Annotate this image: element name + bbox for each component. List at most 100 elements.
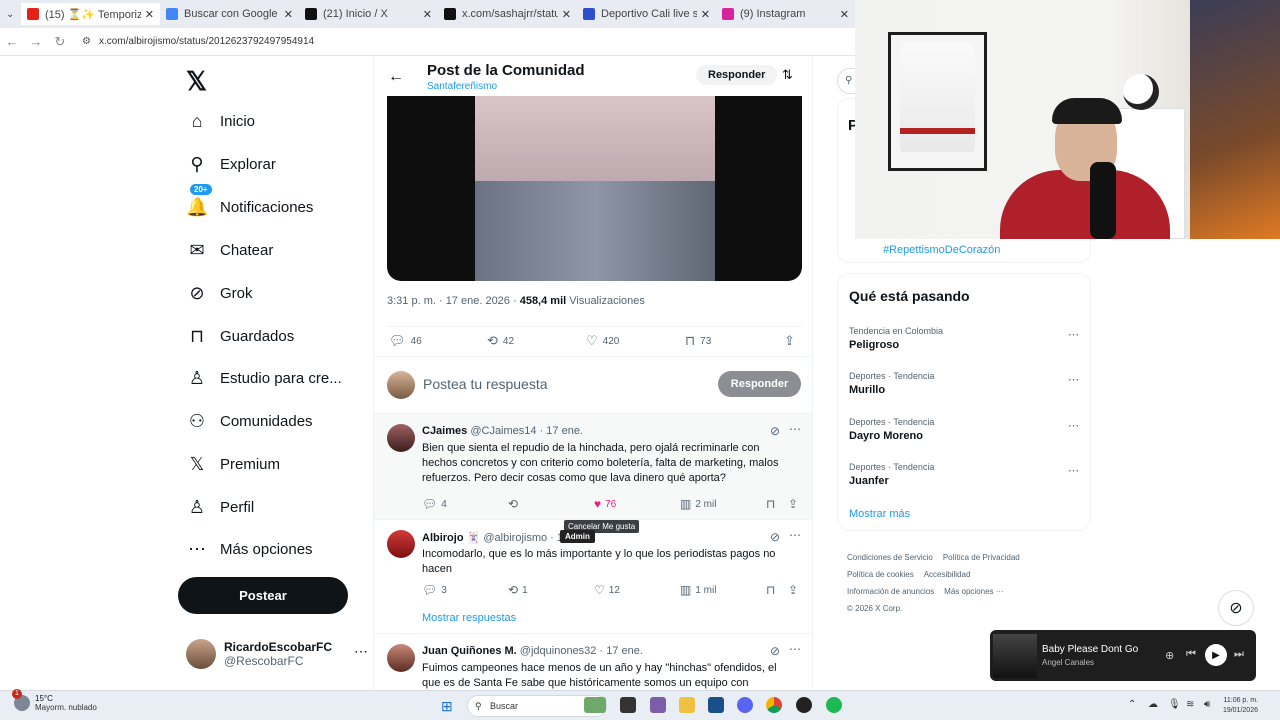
reply-repost-action[interactable]: ⟲ bbox=[508, 497, 522, 511]
more-icon[interactable]: ⋯ bbox=[1068, 328, 1079, 341]
clock[interactable]: 11:06 p. m. 19/01/2026 bbox=[1223, 696, 1258, 716]
reply-item[interactable]: CJaimes @CJaimes14 · 17 ene. ⊘ ⋯ Bien qu… bbox=[374, 414, 812, 520]
browser-tab[interactable]: Buscar con Google ✕ bbox=[160, 3, 299, 25]
weather-widget[interactable]: 1 15°C Mayorm. nublado bbox=[12, 689, 97, 712]
show-replies-link[interactable]: Mostrar respuestas bbox=[422, 612, 516, 624]
nav-item-chatear[interactable]: ✉ Chatear bbox=[186, 235, 273, 265]
site-info-icon[interactable]: ⚙ bbox=[82, 36, 91, 47]
spotify-icon[interactable] bbox=[826, 697, 842, 713]
hashtag-link[interactable]: #RepettismoDeCorazón bbox=[883, 244, 1000, 256]
url-field[interactable]: ⚙ x.com/albirojismo/status/20126237924979… bbox=[82, 36, 314, 47]
ads-info-link[interactable]: Información de anuncios bbox=[847, 587, 934, 596]
trend-item[interactable]: Deportes · Tendencia Juanfer ⋯ bbox=[849, 462, 1079, 487]
network-icon[interactable]: ☁ bbox=[1148, 699, 1158, 710]
more-icon[interactable]: ⋯ bbox=[1068, 464, 1079, 477]
reply-author[interactable]: CJaimes bbox=[422, 425, 467, 437]
privacy-link[interactable]: Política de Privacidad bbox=[943, 553, 1020, 562]
nav-item-más-opciones[interactable]: ⋯ Más opciones bbox=[186, 534, 313, 564]
discord-icon[interactable] bbox=[737, 697, 753, 713]
reply-share-action[interactable]: ⇪ bbox=[788, 497, 802, 511]
reply-bookmark-action[interactable]: ⊓ bbox=[766, 497, 779, 511]
folder-icon[interactable] bbox=[679, 697, 695, 713]
search-icon[interactable]: ⚲ bbox=[837, 68, 857, 94]
grok-floating-icon[interactable]: ⊘ bbox=[1218, 590, 1254, 626]
add-icon[interactable]: ⊕ bbox=[1165, 649, 1174, 662]
close-tab-icon[interactable]: ✕ bbox=[145, 8, 154, 21]
windows-start-icon[interactable]: ⊞ bbox=[441, 698, 453, 715]
reload-icon[interactable]: ↻ bbox=[48, 34, 72, 50]
more-options-link[interactable]: Más opciones ··· bbox=[944, 587, 1004, 596]
mic-icon[interactable]: 🎙︎ bbox=[1168, 699, 1181, 710]
accessibility-link[interactable]: Accesibilidad bbox=[924, 570, 971, 579]
reply-input[interactable]: Postea tu respuesta bbox=[423, 376, 548, 392]
reply-button[interactable]: Responder bbox=[718, 371, 801, 397]
back-arrow-icon[interactable]: ← bbox=[388, 68, 404, 86]
browser-tab[interactable]: (15) ⏳✨ Temporizador ✕ bbox=[21, 3, 160, 25]
grok-icon[interactable]: ⊘ bbox=[770, 644, 780, 658]
close-tab-icon[interactable]: ✕ bbox=[840, 8, 849, 21]
nav-item-guardados[interactable]: ⊓ Guardados bbox=[186, 321, 294, 351]
reply-like-action[interactable]: ♡ 12 bbox=[594, 583, 620, 597]
nav-item-explorar[interactable]: ⚲ Explorar bbox=[186, 149, 275, 179]
account-switcher[interactable]: RicardoEscobarFC @RescobarFC ⋯ bbox=[186, 639, 368, 669]
more-icon[interactable]: ⋯ bbox=[1068, 373, 1079, 386]
browser-tab[interactable]: Deportivo Cali live score, ✕ bbox=[577, 3, 716, 25]
chrome-icon[interactable] bbox=[766, 697, 782, 713]
close-tab-icon[interactable]: ✕ bbox=[284, 8, 293, 21]
reply-author[interactable]: Albirojo bbox=[422, 532, 464, 544]
like-action[interactable]: ♡ 420 bbox=[586, 333, 619, 349]
nav-item-perfil[interactable]: ♙ Perfil bbox=[186, 492, 254, 522]
sliders-icon[interactable]: ⇅ bbox=[782, 67, 793, 83]
reply-like-action[interactable]: ♥ 76 bbox=[594, 497, 616, 511]
post-video[interactable] bbox=[387, 96, 802, 281]
close-tab-icon[interactable]: ✕ bbox=[701, 8, 710, 21]
repost-action[interactable]: ⟲ 42 bbox=[487, 333, 514, 349]
browser-tab[interactable]: x.com/sashajrr/status/201 ✕ bbox=[438, 3, 577, 25]
more-icon[interactable]: ⋯ bbox=[1068, 419, 1079, 432]
browser-tab[interactable]: (9) Instagram ✕ bbox=[716, 3, 855, 25]
reply-repost-action[interactable]: ⟲ 1 bbox=[508, 583, 528, 597]
close-tab-icon[interactable]: ✕ bbox=[562, 8, 571, 21]
forward-icon[interactable]: → bbox=[24, 34, 48, 49]
play-icon[interactable]: ▶ bbox=[1205, 644, 1227, 666]
cookies-link[interactable]: Política de cookies bbox=[847, 570, 914, 579]
reply-share-action[interactable]: ⇪ bbox=[788, 583, 802, 597]
nav-item-notificaciones[interactable]: 20+ 🔔 Notificaciones bbox=[186, 184, 313, 222]
show-more-link[interactable]: Mostrar más bbox=[849, 508, 910, 520]
post-button[interactable]: Postear bbox=[178, 577, 348, 614]
next-icon[interactable]: ⏭ bbox=[1234, 648, 1244, 661]
nav-item-estudio-para-cre[interactable]: ♙ Estudio para cre... bbox=[186, 363, 342, 393]
reply-views-action[interactable]: ▥ 1 mil bbox=[680, 583, 716, 597]
reply-action[interactable]: 💬︎ 46 bbox=[389, 333, 422, 349]
respond-button[interactable]: Responder bbox=[696, 65, 778, 85]
grok-icon[interactable]: ⊘ bbox=[770, 530, 780, 544]
store-icon[interactable] bbox=[708, 697, 724, 713]
trend-item[interactable]: Deportes · Tendencia Dayro Moreno ⋯ bbox=[849, 417, 1079, 442]
close-tab-icon[interactable]: ✕ bbox=[423, 8, 432, 21]
reply-views-action[interactable]: ▥ 2 mil bbox=[680, 497, 716, 511]
browser-tab[interactable]: (21) Inicio / X ✕ bbox=[299, 3, 438, 25]
previous-icon[interactable]: ⏮ bbox=[1186, 648, 1196, 661]
reply-item[interactable]: Juan Quiñones M. @jdquinones32 · 17 ene.… bbox=[374, 634, 812, 690]
back-icon[interactable]: ← bbox=[0, 34, 24, 49]
nav-item-grok[interactable]: ⊘ Grok bbox=[186, 278, 252, 308]
teams-icon[interactable] bbox=[650, 697, 666, 713]
x-logo-icon[interactable]: 𝕏 bbox=[186, 66, 207, 97]
bookmark-action[interactable]: ⊓ 73 bbox=[685, 333, 711, 349]
reply-reply-action[interactable]: 💬︎ 4 bbox=[422, 497, 447, 511]
obs-icon[interactable] bbox=[796, 697, 812, 713]
more-icon[interactable]: ⋯ bbox=[789, 528, 801, 542]
tab-list-chevron-icon[interactable]: ⌄ bbox=[6, 9, 15, 20]
trend-item[interactable]: Tendencia en Colombia Peligroso ⋯ bbox=[849, 326, 1079, 351]
nav-item-inicio[interactable]: ⌂ Inicio bbox=[186, 106, 255, 136]
account-more-icon[interactable]: ⋯ bbox=[354, 643, 368, 660]
task-view-icon[interactable] bbox=[620, 697, 636, 713]
reply-bookmark-action[interactable]: ⊓ bbox=[766, 583, 779, 597]
more-icon[interactable]: ⋯ bbox=[789, 422, 801, 436]
reply-author[interactable]: Juan Quiñones M. bbox=[422, 645, 517, 657]
more-icon[interactable]: ⋯ bbox=[789, 642, 801, 656]
nav-item-comunidades[interactable]: ⚇ Comunidades bbox=[186, 406, 313, 436]
chevron-up-icon[interactable]: ⌃ bbox=[1128, 699, 1136, 710]
reply-reply-action[interactable]: 💬︎ 3 bbox=[422, 583, 447, 597]
share-action[interactable]: ⇪ bbox=[784, 333, 800, 349]
